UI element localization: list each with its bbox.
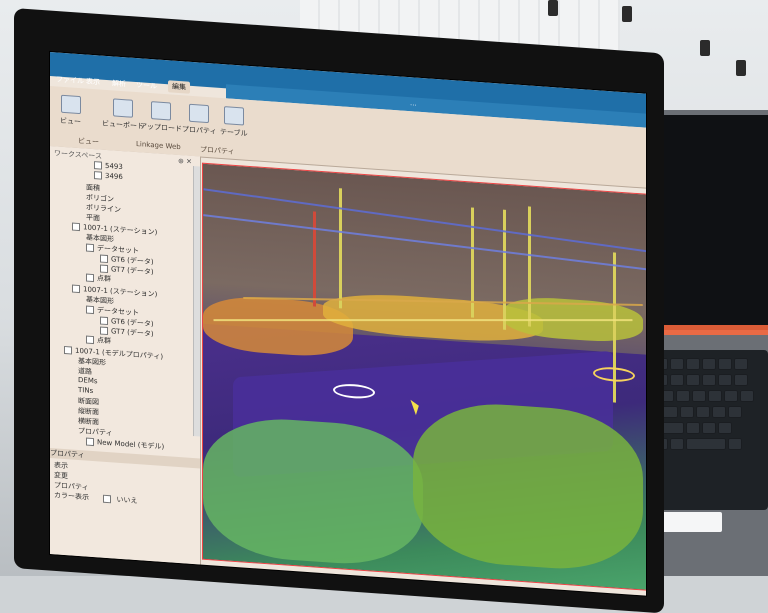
ribbon-button-viewport[interactable]: ビューポート: [102, 98, 144, 132]
tree-item[interactable]: New Model (モデル): [86, 437, 164, 452]
key: [702, 358, 716, 370]
key: [696, 406, 710, 418]
key: [718, 374, 732, 386]
key: [686, 422, 700, 434]
tree-item[interactable]: 点群: [86, 335, 111, 347]
point-cloud-viewport[interactable]: [202, 162, 646, 591]
key: [734, 374, 748, 386]
key: [686, 374, 700, 386]
wall-clip: [736, 60, 746, 76]
utility-pole: [313, 211, 316, 307]
key: [718, 358, 732, 370]
utility-pole: [503, 209, 506, 330]
title-text: ...: [410, 99, 417, 108]
tree-item[interactable]: 1007-1 (ステーション): [72, 284, 157, 300]
monitor-screen: ... ファイル 表示 解析 ツール 編集 ビュー ビューポート アップロード …: [50, 52, 646, 596]
property-row[interactable]: カラー表示 いいえ: [54, 490, 137, 506]
ribbon-button-upload[interactable]: アップロード: [140, 100, 182, 134]
key: [670, 438, 684, 450]
utility-pole: [528, 206, 531, 327]
cloud-upload-icon: [151, 101, 171, 121]
tree-item[interactable]: 3496: [94, 171, 123, 181]
key: [686, 358, 700, 370]
ribbon-button-table[interactable]: テーブル: [220, 106, 248, 139]
wall-clip: [548, 0, 558, 16]
table-icon: [223, 106, 244, 126]
key: [670, 358, 684, 370]
globe-icon: [113, 98, 133, 118]
key: [734, 358, 748, 370]
key: [718, 422, 732, 434]
ribbon-button-properties[interactable]: プロパティ: [182, 103, 217, 136]
menu-tools[interactable]: ツール: [136, 80, 157, 91]
key: [728, 438, 742, 450]
monitor-icon: [60, 94, 81, 115]
key: [702, 422, 716, 434]
key: [692, 390, 706, 402]
laptop-screen: [650, 115, 768, 330]
wall-clip: [622, 6, 632, 22]
laptop-taskbar: [650, 325, 768, 335]
key: [686, 438, 726, 450]
pin-icon[interactable]: ⊕ ✕: [178, 157, 192, 166]
menu-view[interactable]: 表示: [86, 77, 100, 88]
tree-item[interactable]: DEMs: [78, 376, 98, 385]
properties-icon: [189, 103, 210, 124]
ribbon-group-view: ビュー: [78, 136, 99, 147]
key: [712, 406, 726, 418]
workspace-panel: ワークスペース ⊕ ✕ 5493 3496 面積 ポリゴン ポリライン 平面 1…: [50, 146, 201, 565]
tree-item[interactable]: TINs: [78, 386, 93, 395]
tree-item[interactable]: 1007-1 (ステーション): [72, 222, 157, 238]
key: [702, 374, 716, 386]
key: [728, 406, 742, 418]
tree-item[interactable]: 5493: [94, 161, 123, 171]
utility-pole: [339, 188, 342, 309]
menu-file[interactable]: ファイル: [56, 74, 84, 86]
tree-item[interactable]: 点群: [86, 273, 111, 285]
ribbon-button-view[interactable]: ビュー: [60, 94, 81, 127]
checkbox[interactable]: [103, 494, 112, 504]
workspace-scrollbar[interactable]: [193, 165, 200, 437]
power-line: [213, 319, 633, 322]
key: [670, 374, 684, 386]
wall-clip: [700, 40, 710, 56]
key: [740, 390, 754, 402]
key: [680, 406, 694, 418]
key: [724, 390, 738, 402]
menu-analyze[interactable]: 解析: [112, 78, 126, 89]
workspace-title: ワークスペース: [54, 149, 102, 161]
properties-header: プロパティ: [50, 448, 200, 469]
key: [708, 390, 722, 402]
menu-edit[interactable]: 編集: [168, 80, 190, 94]
laptop-keyboard: [648, 350, 768, 510]
key: [676, 390, 690, 402]
